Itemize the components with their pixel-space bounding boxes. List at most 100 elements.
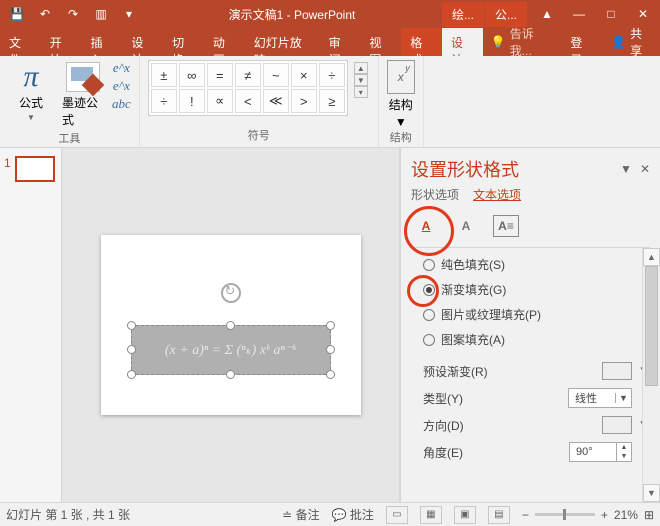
contextual-tab-drawing[interactable]: 绘... bbox=[442, 2, 485, 27]
normal-view-icon[interactable]: ▭ bbox=[386, 506, 408, 524]
radio-pattern-fill[interactable]: 图案填充(A) bbox=[423, 331, 648, 348]
panel-close-icon[interactable]: ✕ bbox=[640, 162, 650, 176]
symbol-cell[interactable]: × bbox=[291, 63, 317, 87]
symbol-cell[interactable]: > bbox=[291, 89, 317, 113]
sorter-view-icon[interactable]: ▦ bbox=[420, 506, 442, 524]
symbol-cell[interactable]: ÷ bbox=[319, 63, 345, 87]
symbol-cell[interactable]: ≪ bbox=[263, 89, 289, 113]
panel-title: 设置形状格式 bbox=[411, 156, 519, 182]
tab-view[interactable]: 视图 bbox=[360, 28, 401, 56]
gallery-more-button[interactable]: ▾ bbox=[354, 86, 368, 98]
scroll-down-icon[interactable]: ▼ bbox=[643, 484, 660, 502]
text-fill-outline-icon[interactable]: A bbox=[411, 213, 441, 239]
ink-equation-button[interactable]: 墨迹公式 bbox=[60, 60, 106, 130]
panel-tab-shape-options[interactable]: 形状选项 bbox=[411, 186, 459, 203]
start-from-beginning-icon[interactable]: ▥ bbox=[88, 2, 114, 26]
notes-button[interactable]: ≐ 备注 bbox=[282, 506, 319, 523]
tab-slideshow[interactable]: 幻灯片放映 bbox=[245, 28, 320, 56]
sign-in-button[interactable]: 登录 bbox=[560, 28, 603, 56]
symbol-cell[interactable]: ÷ bbox=[151, 89, 177, 113]
panel-menu-icon[interactable]: ▼ bbox=[620, 162, 632, 176]
resize-handle[interactable] bbox=[127, 345, 136, 354]
comments-button[interactable]: 💬 批注 bbox=[332, 506, 374, 523]
resize-handle[interactable] bbox=[226, 321, 235, 330]
save-icon[interactable]: 💾 bbox=[4, 2, 30, 26]
tab-insert[interactable]: 插入 bbox=[82, 28, 123, 56]
normal-text-button[interactable]: abc bbox=[112, 96, 131, 112]
symbol-cell[interactable]: ! bbox=[179, 89, 205, 113]
resize-handle[interactable] bbox=[326, 345, 335, 354]
professional-format-button[interactable]: e^x bbox=[113, 60, 130, 76]
zoom-in-button[interactable]: + bbox=[601, 508, 608, 522]
radio-solid-fill[interactable]: 纯色填充(S) bbox=[423, 256, 648, 273]
ribbon-options-icon[interactable]: ▲ bbox=[534, 7, 560, 21]
symbol-cell[interactable]: ≥ bbox=[319, 89, 345, 113]
tab-review[interactable]: 审阅 bbox=[320, 28, 361, 56]
symbol-cell[interactable]: = bbox=[207, 63, 233, 87]
contextual-tab-equation[interactable]: 公... bbox=[485, 2, 528, 27]
equation-button[interactable]: π 公式 ▼ bbox=[8, 60, 54, 124]
contextual-tabs: 绘... 公... bbox=[442, 2, 528, 27]
symbol-cell[interactable]: ± bbox=[151, 63, 177, 87]
radio-gradient-fill[interactable]: 渐变填充(G) bbox=[423, 281, 648, 298]
resize-handle[interactable] bbox=[127, 370, 136, 379]
qat-more-icon[interactable]: ▾ bbox=[116, 2, 142, 26]
panel-tab-text-options[interactable]: 文本选项 bbox=[473, 186, 521, 203]
redo-icon[interactable]: ↷ bbox=[60, 2, 86, 26]
minimize-icon[interactable]: — bbox=[566, 7, 592, 21]
prop-gradient-direction: 方向(D) bbox=[423, 412, 648, 438]
symbol-cell[interactable]: ∝ bbox=[207, 89, 233, 113]
tell-me-search[interactable]: 💡告诉我... bbox=[483, 28, 561, 56]
spin-down-icon[interactable]: ▼ bbox=[617, 452, 631, 461]
slide-thumbnail[interactable]: 1 bbox=[4, 156, 57, 182]
gallery-scroll-up[interactable]: ▲ bbox=[354, 62, 368, 74]
symbol-cell[interactable]: ∞ bbox=[179, 63, 205, 87]
symbol-cell[interactable]: < bbox=[235, 89, 261, 113]
undo-icon[interactable]: ↶ bbox=[32, 2, 58, 26]
radio-picture-fill[interactable]: 图片或纹理填充(P) bbox=[423, 306, 648, 323]
textbox-icon[interactable]: A≡ bbox=[491, 213, 521, 239]
scroll-thumb[interactable] bbox=[645, 266, 658, 386]
close-icon[interactable]: ✕ bbox=[630, 7, 656, 21]
pi-icon: π bbox=[23, 62, 38, 92]
slide-canvas[interactable]: (x + a)ⁿ = Σ (ⁿₖ) xᵏ aⁿ⁻ᵏ bbox=[62, 148, 400, 502]
ink-equation-icon bbox=[66, 62, 100, 92]
symbol-gallery[interactable]: ± ∞ = ≠ ~ × ÷ ÷ ! ∝ < ≪ > ≥ bbox=[148, 60, 348, 116]
zoom-level[interactable]: 21% bbox=[614, 508, 638, 522]
maximize-icon[interactable]: □ bbox=[598, 7, 624, 21]
resize-handle[interactable] bbox=[127, 321, 136, 330]
tab-transitions[interactable]: 切换 bbox=[163, 28, 204, 56]
gradient-type-combo[interactable]: 线性▼ bbox=[568, 388, 632, 408]
equation-shape[interactable]: (x + a)ⁿ = Σ (ⁿₖ) xᵏ aⁿ⁻ᵏ bbox=[131, 325, 331, 375]
symbol-cell[interactable]: ~ bbox=[263, 63, 289, 87]
spin-up-icon[interactable]: ▲ bbox=[617, 443, 631, 452]
gallery-scroll-down[interactable]: ▼ bbox=[354, 74, 368, 86]
scroll-up-icon[interactable]: ▲ bbox=[643, 248, 660, 266]
text-effects-icon[interactable]: A bbox=[451, 213, 481, 239]
chevron-down-icon[interactable]: ▼ bbox=[615, 393, 631, 403]
slide[interactable]: (x + a)ⁿ = Σ (ⁿₖ) xᵏ aⁿ⁻ᵏ bbox=[101, 235, 361, 415]
symbol-cell[interactable]: ≠ bbox=[235, 63, 261, 87]
tab-equation-design[interactable]: 设计 bbox=[442, 28, 483, 56]
share-button[interactable]: 👤共享 bbox=[603, 28, 660, 56]
zoom-slider[interactable] bbox=[535, 513, 595, 516]
tab-design[interactable]: 设计 bbox=[122, 28, 163, 56]
zoom-out-button[interactable]: − bbox=[522, 508, 529, 522]
structures-button[interactable]: x 结构 ▼ bbox=[387, 60, 415, 129]
resize-handle[interactable] bbox=[326, 370, 335, 379]
slideshow-view-icon[interactable]: ▤ bbox=[488, 506, 510, 524]
resize-handle[interactable] bbox=[326, 321, 335, 330]
preset-gradient-picker[interactable] bbox=[602, 362, 632, 380]
tab-format[interactable]: 格式 bbox=[401, 28, 442, 56]
tab-file[interactable]: 文件 bbox=[0, 28, 41, 56]
tab-animations[interactable]: 动画 bbox=[204, 28, 245, 56]
tab-home[interactable]: 开始 bbox=[41, 28, 82, 56]
gradient-direction-picker[interactable] bbox=[602, 416, 632, 434]
resize-handle[interactable] bbox=[226, 370, 235, 379]
reading-view-icon[interactable]: ▣ bbox=[454, 506, 476, 524]
linear-format-button[interactable]: e^x bbox=[113, 78, 130, 94]
fit-to-window-icon[interactable]: ⊞ bbox=[644, 508, 654, 522]
panel-scrollbar[interactable]: ▲ ▼ bbox=[642, 248, 660, 502]
rotation-handle-icon[interactable] bbox=[221, 283, 241, 303]
gradient-angle-spinner[interactable]: 90°▲▼ bbox=[569, 442, 632, 462]
